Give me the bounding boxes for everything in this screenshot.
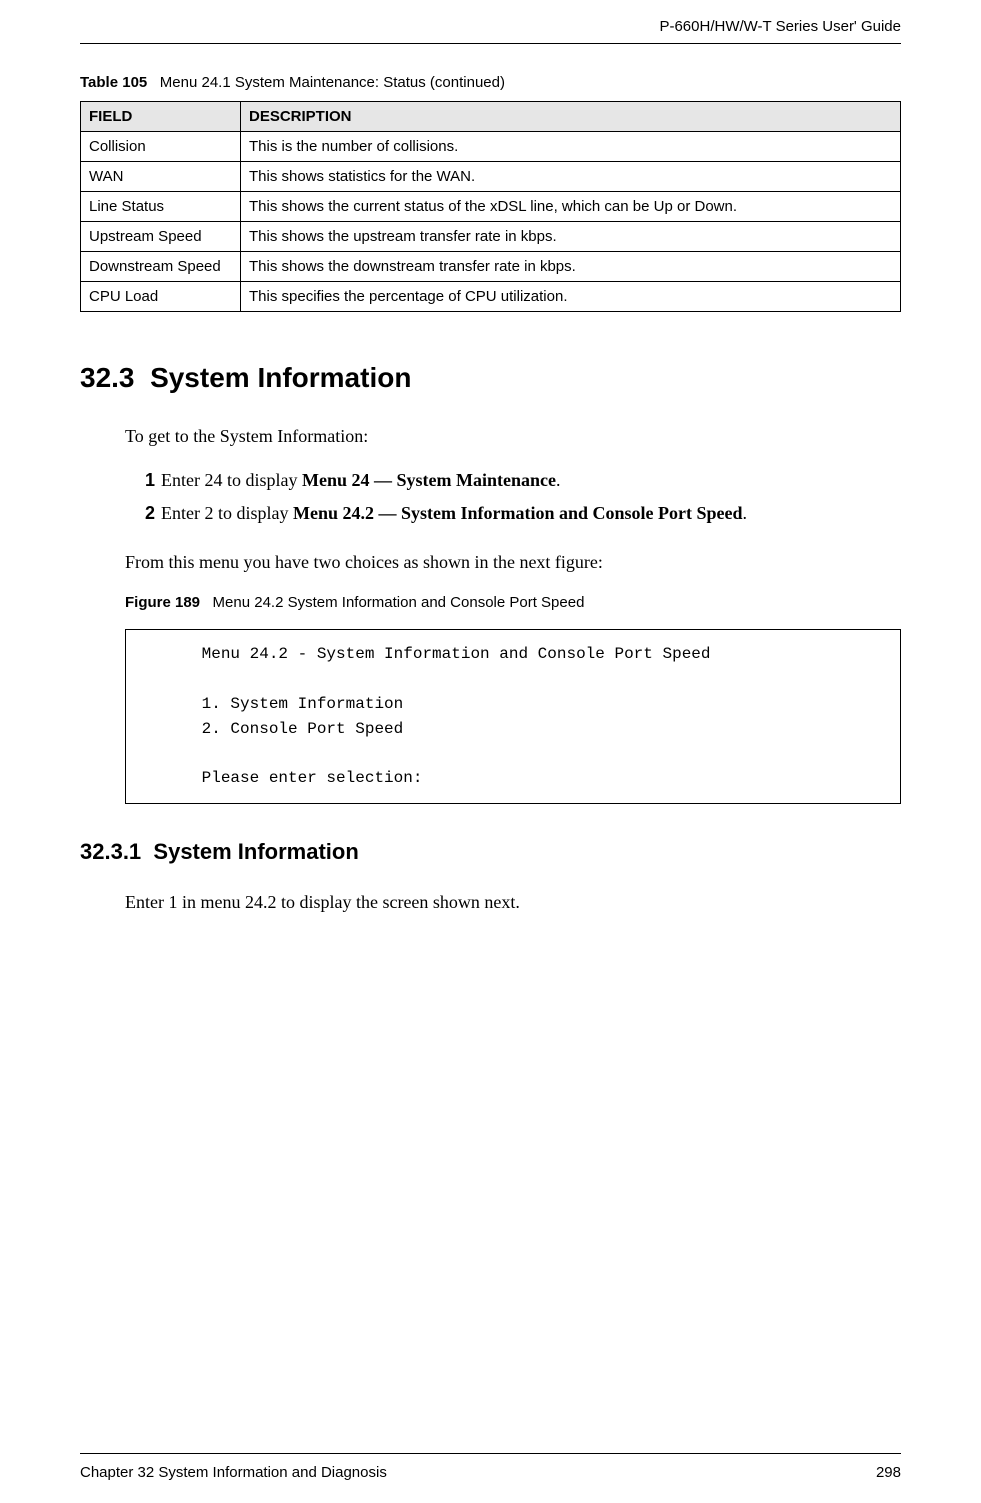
cell-field: WAN <box>81 162 241 192</box>
section-intro: To get to the System Information: <box>125 424 901 448</box>
section-number: 32.3 <box>80 362 135 393</box>
step-text-after: . <box>556 470 561 490</box>
cell-field: Collision <box>81 132 241 162</box>
cell-description: This shows the current status of the xDS… <box>241 192 901 222</box>
subsection-number: 32.3.1 <box>80 839 141 864</box>
figure-caption-text: Menu 24.2 System Information and Console… <box>213 594 585 611</box>
table-row: WAN This shows statistics for the WAN. <box>81 162 901 192</box>
page-footer: Chapter 32 System Information and Diagno… <box>80 1453 901 1481</box>
col-description: DESCRIPTION <box>241 102 901 132</box>
subsection-body: Enter 1 in menu 24.2 to display the scre… <box>125 890 901 914</box>
steps-list: 1 Enter 24 to display Menu 24 — System Ma… <box>145 468 901 525</box>
cell-description: This specifies the percentage of CPU uti… <box>241 282 901 312</box>
page-header: P-660H/HW/W-T Series User' Guide <box>80 0 901 44</box>
cell-description: This shows the downstream transfer rate … <box>241 252 901 282</box>
cell-field: Downstream Speed <box>81 252 241 282</box>
page-content: Table 105 Menu 24.1 System Maintenance: … <box>80 44 901 914</box>
guide-title: P-660H/HW/W-T Series User' Guide <box>659 18 901 35</box>
cell-description: This is the number of collisions. <box>241 132 901 162</box>
table-row: Collision This is the number of collisio… <box>81 132 901 162</box>
step-text-before: Enter 2 to display <box>161 503 293 523</box>
section-after-steps: From this menu you have two choices as s… <box>125 550 901 574</box>
subsection-title: System Information <box>153 839 358 864</box>
table-header-row: FIELD DESCRIPTION <box>81 102 901 132</box>
step-number: 2 <box>145 503 155 523</box>
footer-page: 298 <box>876 1464 901 1481</box>
step-text-before: Enter 24 to display <box>161 470 302 490</box>
step-bold: Menu 24.2 — System Information and Conso… <box>293 503 743 523</box>
footer-chapter: Chapter 32 System Information and Diagno… <box>80 1464 387 1481</box>
cell-description: This shows statistics for the WAN. <box>241 162 901 192</box>
step-item: 1 Enter 24 to display Menu 24 — System Ma… <box>145 468 901 492</box>
table-row: Line Status This shows the current statu… <box>81 192 901 222</box>
step-bold: Menu 24 — System Maintenance <box>302 470 556 490</box>
subsection-heading: 32.3.1 System Information <box>80 839 901 865</box>
table-row: Downstream Speed This shows the downstre… <box>81 252 901 282</box>
section-heading: 32.3 System Information <box>80 362 901 394</box>
figure-box: Menu 24.2 - System Information and Conso… <box>125 629 901 804</box>
table-caption-text: Menu 24.1 System Maintenance: Status (co… <box>160 74 505 91</box>
step-text-after: . <box>743 503 748 523</box>
figure-label: Figure 189 <box>125 594 200 611</box>
cell-field: CPU Load <box>81 282 241 312</box>
cell-description: This shows the upstream transfer rate in… <box>241 222 901 252</box>
table-caption: Table 105 Menu 24.1 System Maintenance: … <box>80 74 901 91</box>
cell-field: Upstream Speed <box>81 222 241 252</box>
cell-field: Line Status <box>81 192 241 222</box>
col-field: FIELD <box>81 102 241 132</box>
table-row: Upstream Speed This shows the upstream t… <box>81 222 901 252</box>
section-title: System Information <box>150 362 411 393</box>
table-row: CPU Load This specifies the percentage o… <box>81 282 901 312</box>
status-table: FIELD DESCRIPTION Collision This is the … <box>80 101 901 312</box>
table-label: Table 105 <box>80 74 147 91</box>
step-item: 2 Enter 2 to display Menu 24.2 — System I… <box>145 501 901 525</box>
step-number: 1 <box>145 470 155 490</box>
figure-caption: Figure 189 Menu 24.2 System Information … <box>125 594 901 611</box>
